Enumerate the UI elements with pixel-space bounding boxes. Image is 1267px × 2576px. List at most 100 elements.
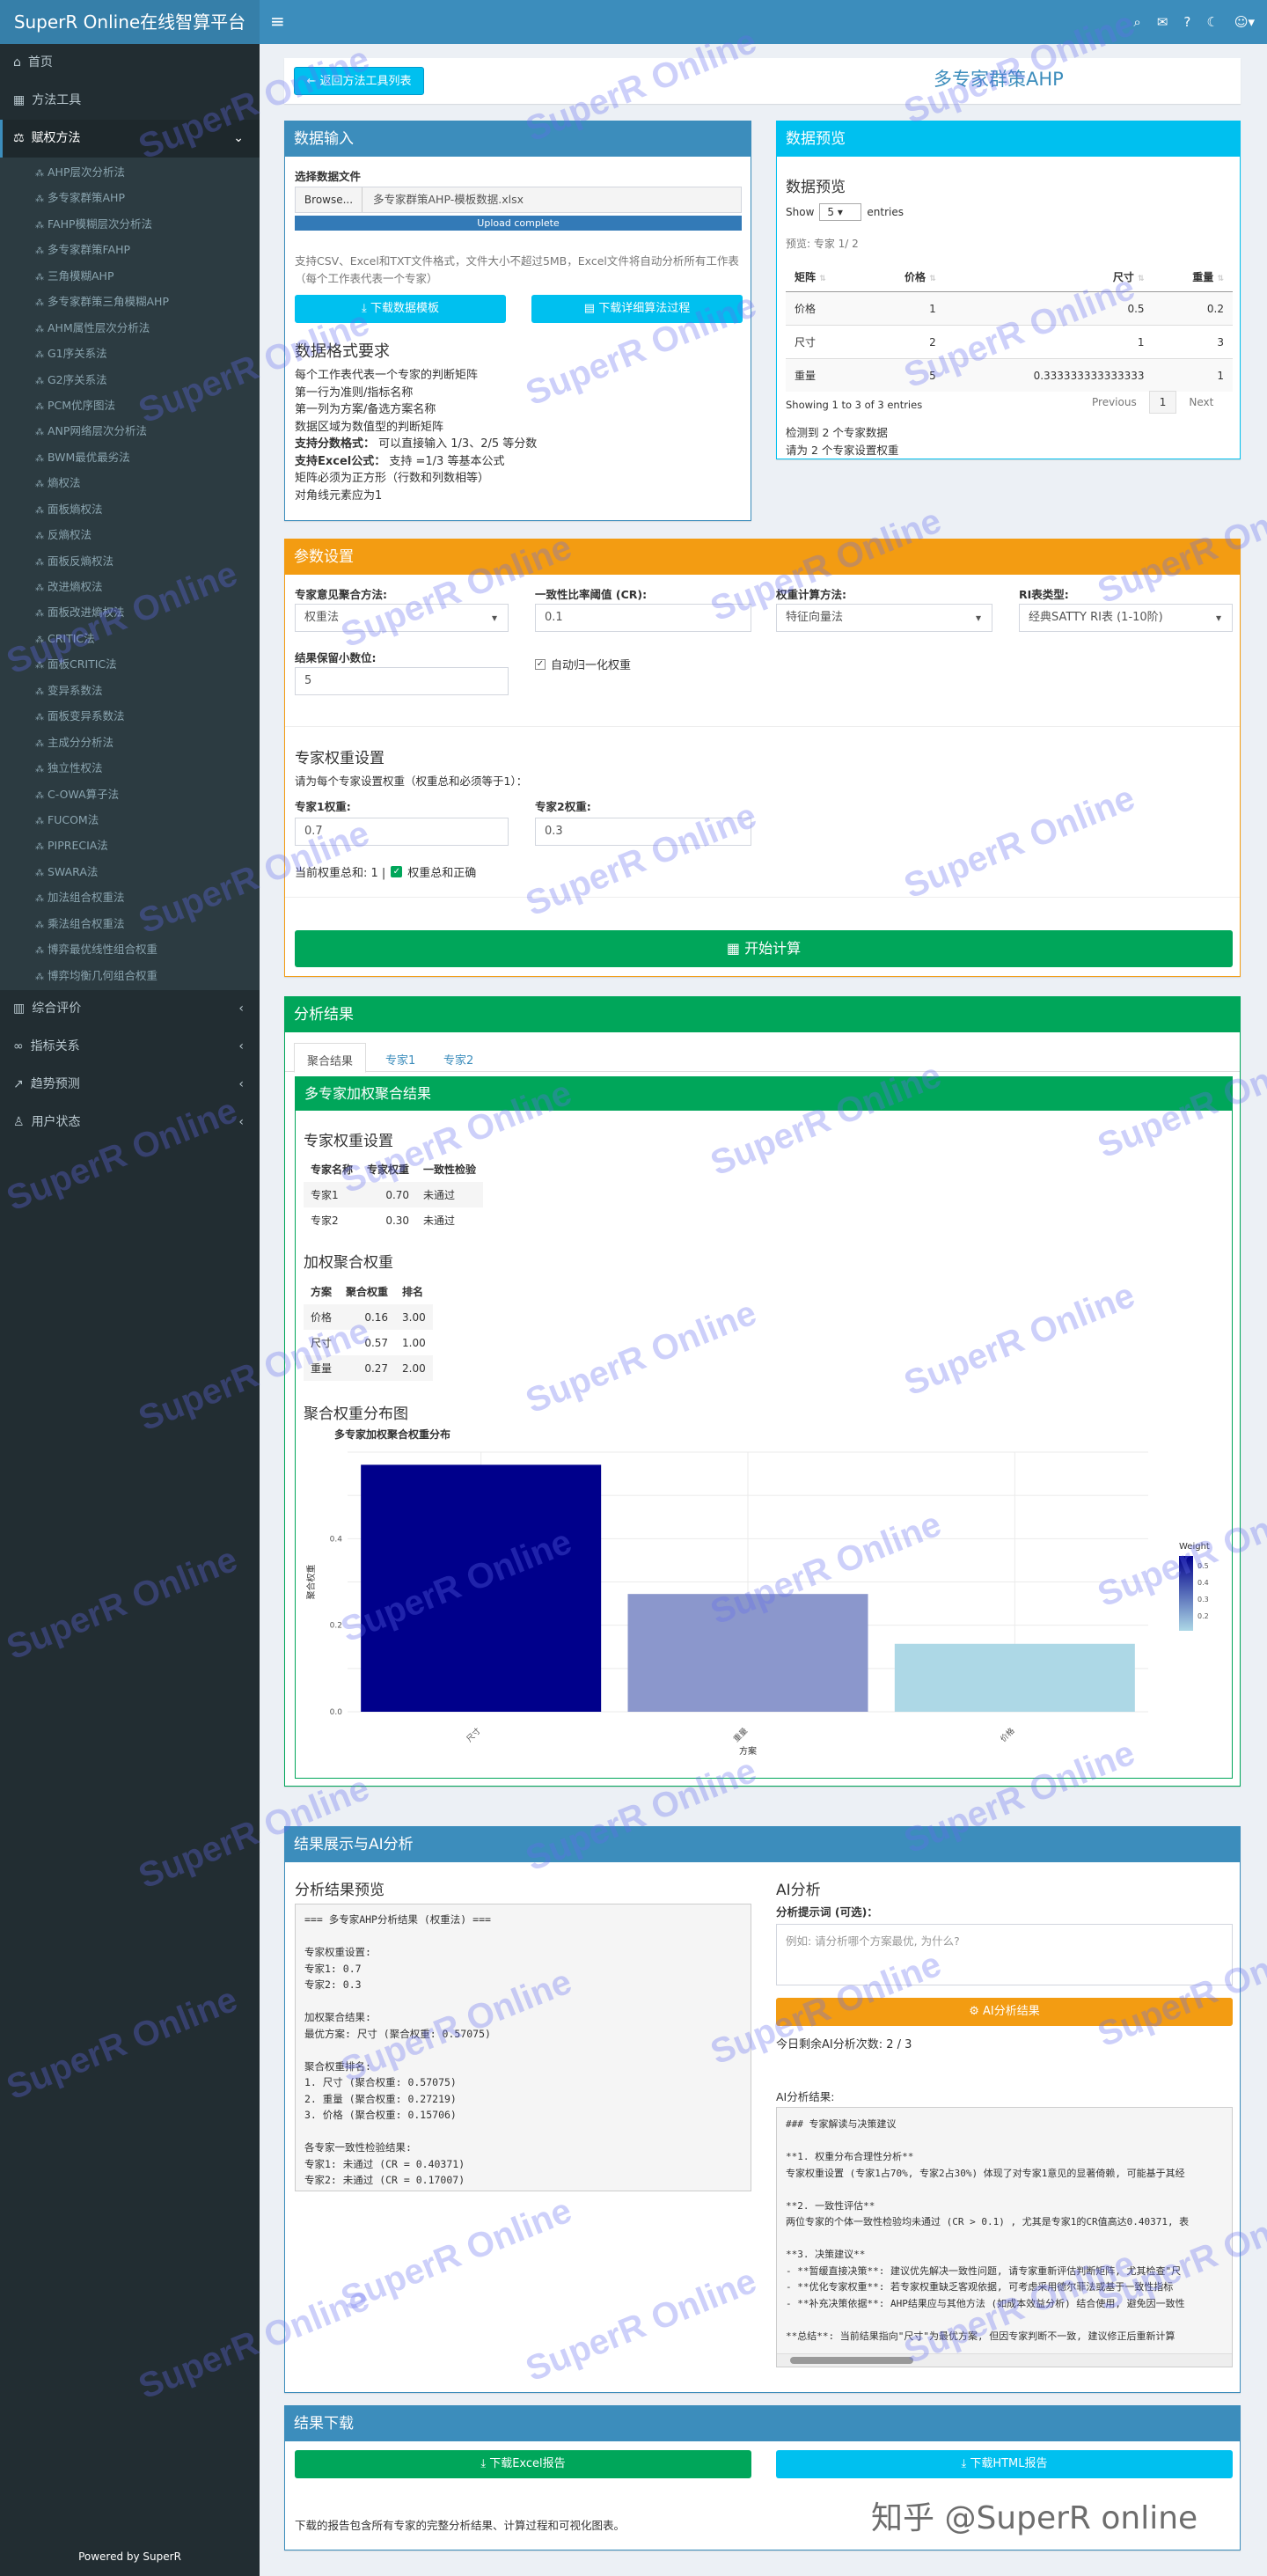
sidebar-subitem[interactable]: ⁂ 改进熵权法	[0, 574, 260, 599]
previous-button[interactable]: Previous	[1092, 396, 1137, 408]
tree-icon: ⁂	[35, 635, 44, 645]
moon-icon[interactable]: ☾	[1206, 14, 1218, 30]
sidebar-item-trend[interactable]: ↗ 趋势预测 ‹	[0, 1066, 260, 1104]
sidebar-subitem[interactable]: ⁂ PIPRECIA法	[0, 833, 260, 858]
download-note: 下载的报告包含所有专家的完整分析结果、计算过程和可视化图表。	[295, 2519, 626, 2532]
sidebar-subitem[interactable]: ⁂ 主成分分析法	[0, 730, 260, 755]
checkbox-checked-icon[interactable]: ✓	[535, 658, 546, 670]
help-icon[interactable]: ?	[1183, 14, 1190, 30]
sidebar-subitem[interactable]: ⁂ PCM优序图法	[0, 393, 260, 418]
sidebar-subitem[interactable]: ⁂ 面板反熵权法	[0, 548, 260, 574]
decimals-input[interactable]: 5	[295, 667, 509, 695]
sidebar-subitem[interactable]: ⁂ 变异系数法	[0, 678, 260, 703]
menu-icon[interactable]: ≡	[270, 11, 285, 32]
sidebar-subitem[interactable]: ⁂ 博弈最优线性组合权重	[0, 936, 260, 962]
normalize-checkbox[interactable]: ✓ 自动归一化权重	[535, 656, 631, 672]
chart-section-title: 聚合权重分布图	[304, 1405, 408, 1423]
sidebar-subitem[interactable]: ⁂ 面板改进熵权法	[0, 599, 260, 625]
sidebar-subitem[interactable]: ⁂ 独立性权法	[0, 755, 260, 781]
column-header: 方案	[311, 1286, 333, 1298]
sidebar-item-user[interactable]: ♙ 用户状态 ‹	[0, 1104, 260, 1141]
sidebar-item-home[interactable]: ⌂ 首页	[0, 44, 260, 82]
table-cell: 尺寸	[311, 1337, 333, 1349]
entries-select[interactable]: 5 ▾	[819, 203, 862, 221]
prompt-textarea[interactable]: 例如: 请分析哪个方案最优, 为什么?	[776, 1924, 1233, 1985]
tree-icon: ⁂	[35, 894, 44, 905]
start-calculation-button[interactable]: ▦ 开始计算	[295, 930, 1233, 967]
sidebar-subitem[interactable]: ⁂ 乘法组合权重法	[0, 911, 260, 936]
sidebar-item-comprehensive[interactable]: ▥ 综合评价 ‹	[0, 990, 260, 1028]
column-header[interactable]: 尺寸 ⇅	[944, 262, 1153, 292]
calc-method-select[interactable]: 特征向量法	[776, 604, 992, 632]
download-icon: ⤓	[961, 2457, 970, 2470]
sidebar-subitem[interactable]: ⁂ G1序关系法	[0, 341, 260, 366]
sidebar-subitem[interactable]: ⁂ 多专家群策FAHP	[0, 237, 260, 262]
browse-button[interactable]: Browse...	[296, 187, 363, 212]
aggregate-weights-table: 方案 聚合权重 排名 价格 0.16 3.00 尺寸 0.57 1.00 重量 0.27 2.00	[304, 1279, 433, 1381]
sidebar-subitem[interactable]: ⁂ 熵权法	[0, 470, 260, 495]
robot-icon: ⚙	[969, 2005, 984, 2018]
sidebar-subitem[interactable]: ⁂ 多专家群策三角模糊AHP	[0, 289, 260, 314]
bell-icon[interactable]: ✉	[1157, 14, 1168, 30]
sidebar-subitem[interactable]: ⁂ C-OWA算子法	[0, 782, 260, 807]
divider	[285, 897, 1240, 898]
file-input[interactable]: Browse... 多专家群策AHP-模板数据.xlsx	[295, 187, 742, 213]
sidebar-item-tools[interactable]: ▦ 方法工具	[0, 82, 260, 120]
sidebar-subitem[interactable]: ⁂ SWARA法	[0, 859, 260, 884]
sidebar-subitem[interactable]: ⁂ FUCOM法	[0, 807, 260, 833]
sidebar-subitem[interactable]: ⁂ AHP层次分析法	[0, 159, 260, 185]
search-icon[interactable]: ⌕	[1133, 14, 1140, 30]
tab-expert2[interactable]: 专家2	[443, 1051, 473, 1068]
x-axis-label: 方案	[739, 1745, 757, 1757]
download-algorithm-button[interactable]: ▤ 下载详细算法过程	[531, 295, 743, 323]
tree-icon: ⁂	[35, 816, 44, 826]
column-header[interactable]: 价格 ⇅	[865, 262, 945, 292]
column-header[interactable]: 重量 ⇅	[1153, 262, 1233, 292]
sort-icon: ⇅	[1138, 275, 1145, 283]
app-logo[interactable]: SuperR Online在线智算平台	[0, 0, 260, 44]
sidebar-subitem[interactable]: ⁂ 面板变异系数法	[0, 703, 260, 729]
back-button[interactable]: ← 返回方法工具列表	[294, 67, 424, 95]
expert2-label: 专家2权重:	[535, 800, 591, 813]
sidebar-subitem[interactable]: ⁂ FAHP模糊层次分析法	[0, 211, 260, 237]
users-icon[interactable]: ☺▾	[1234, 14, 1255, 30]
ai-analyze-button[interactable]: ⚙ AI分析结果	[776, 1998, 1233, 2026]
tab-aggregate[interactable]: 聚合结果	[294, 1043, 367, 1073]
sidebar-subitem[interactable]: ⁂ G2序关系法	[0, 367, 260, 393]
aggregation-select[interactable]: 权重法	[295, 604, 509, 632]
sidebar-item-indicators[interactable]: ∞ 指标关系 ‹	[0, 1028, 260, 1066]
download-excel-button[interactable]: ⤓ 下载Excel报告	[295, 2450, 751, 2478]
next-button[interactable]: Next	[1189, 396, 1213, 408]
ri-select[interactable]: 经典SATTY RI表 (1-10阶)	[1019, 604, 1233, 632]
sidebar-item-weighting[interactable]: ⚖ 赋权方法 ⌄	[0, 120, 260, 158]
table-cell: 1.00	[402, 1336, 426, 1349]
legend-tick-label: 0.4	[1197, 1579, 1209, 1587]
download-template-button[interactable]: ⤓ 下载数据模板	[295, 295, 506, 323]
cr-input[interactable]: 0.1	[535, 604, 751, 632]
download-html-button[interactable]: ⤓ 下载HTML报告	[776, 2450, 1233, 2478]
tree-icon: ⁂	[35, 738, 44, 749]
sidebar-subitem[interactable]: ⁂ BWM最优最劣法	[0, 444, 260, 470]
page-button[interactable]: 1	[1148, 391, 1177, 414]
ai-result-box[interactable]: ### 专家解读与决策建议 **1. 权重分布合理性分析** 专家权重设置 (专…	[776, 2107, 1233, 2367]
sidebar-subitem[interactable]: ⁂ CRITIC法	[0, 626, 260, 651]
sidebar-subitem[interactable]: ⁂ 博弈均衡几何组合权重	[0, 963, 260, 988]
sidebar-subitem[interactable]: ⁂ 面板CRITIC法	[0, 651, 260, 677]
tab-expert1[interactable]: 专家1	[385, 1051, 415, 1068]
horizontal-scrollbar[interactable]	[777, 2353, 1232, 2367]
scrollbar-thumb[interactable]	[790, 2357, 913, 2364]
ai-result-label: AI分析结果:	[776, 2090, 835, 2103]
sidebar-subitem[interactable]: ⁂ 三角模糊AHP	[0, 263, 260, 289]
detected-text: 检测到 2 个专家数据 请为 2 个专家设置权重	[786, 426, 899, 457]
expert2-weight-input[interactable]: 0.3	[535, 818, 751, 846]
expert1-weight-input[interactable]: 0.7	[295, 818, 509, 846]
sidebar-subitem[interactable]: ⁂ AHM属性层次分析法	[0, 315, 260, 341]
legend-colorbar	[1179, 1556, 1193, 1631]
sidebar-subitem[interactable]: ⁂ 多专家群策AHP	[0, 185, 260, 210]
sidebar-subitem[interactable]: ⁂ ANP网络层次分析法	[0, 418, 260, 444]
table-cell: 5	[865, 358, 945, 392]
sidebar-subitem[interactable]: ⁂ 反熵权法	[0, 522, 260, 547]
column-header[interactable]: 矩阵 ⇅	[786, 262, 866, 292]
sidebar-subitem[interactable]: ⁂ 加法组合权重法	[0, 884, 260, 910]
sidebar-subitem[interactable]: ⁂ 面板熵权法	[0, 496, 260, 522]
